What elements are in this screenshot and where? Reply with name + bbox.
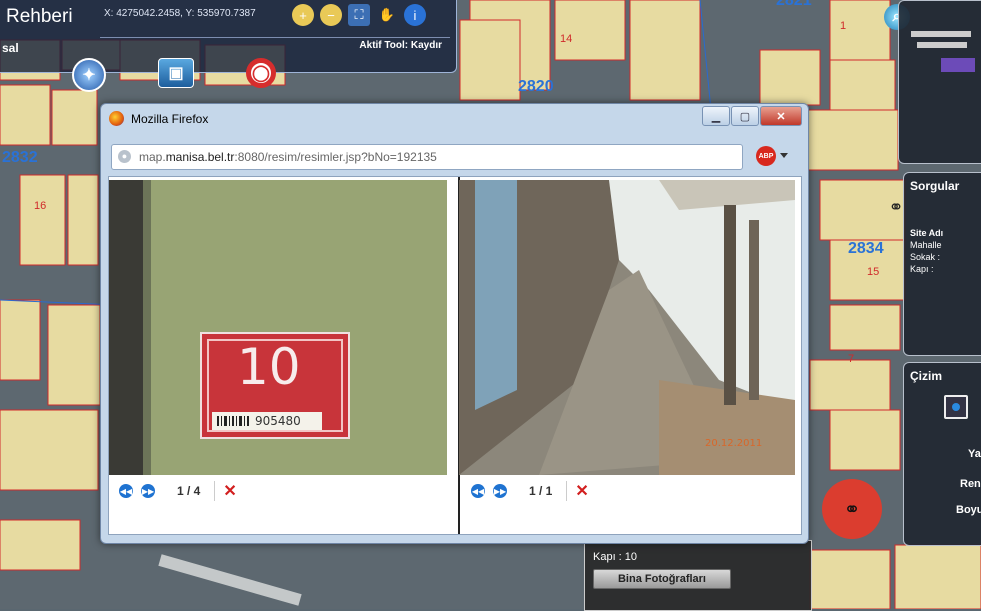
plate-number: 10 bbox=[237, 338, 301, 396]
cizim-size-label: Boyu bbox=[956, 504, 981, 516]
page-content: 10 905480 ◀◀ ▶▶ 1 / 4 ✕ 20.12.2011 ◀◀ ▶▶… bbox=[108, 176, 802, 535]
full-extent-icon[interactable]: ⛶ bbox=[348, 4, 370, 26]
legend-item bbox=[917, 42, 967, 48]
query-row-kapi: Kapı : bbox=[910, 264, 934, 274]
compass-icon[interactable]: ✦ bbox=[72, 58, 106, 92]
left-viewer-nav: ◀◀ ▶▶ 1 / 4 ✕ bbox=[119, 481, 237, 501]
sorgular-panel: Sorgular Site Adı Mahalle Sokak : Kapı : bbox=[903, 172, 981, 356]
chevron-down-icon[interactable] bbox=[780, 153, 788, 158]
point-icon bbox=[952, 403, 960, 411]
map-toolbar: Rehberi X: 4275042.2458, Y: 535970.7387 … bbox=[0, 0, 457, 73]
minimize-button[interactable]: ▁ bbox=[702, 106, 730, 126]
coordinate-readout: X: 4275042.2458, Y: 535970.7387 bbox=[104, 8, 256, 19]
url-domain: manisa.bel.tr bbox=[165, 150, 235, 164]
legend-panel bbox=[898, 0, 981, 164]
house-number-photo: 10 905480 bbox=[109, 180, 447, 475]
parcel-label: 14 bbox=[560, 33, 573, 45]
svg-text:⚭: ⚭ bbox=[844, 497, 861, 521]
photo-date-stamp: 20.12.2011 bbox=[705, 438, 763, 449]
map-label-block-2832: 2832 bbox=[2, 149, 38, 166]
plate-code: 905480 bbox=[255, 414, 301, 428]
site-identity-icon: ● bbox=[118, 150, 131, 163]
legend-swatch bbox=[941, 58, 975, 72]
parcel-label: 7 bbox=[848, 353, 855, 365]
close-window-button[interactable]: ✕ bbox=[760, 106, 802, 126]
right-viewer-nav: ◀◀ ▶▶ 1 / 1 ✕ bbox=[471, 481, 589, 501]
maximize-button[interactable]: ▢ bbox=[731, 106, 759, 126]
parcel-label: 1 bbox=[840, 20, 847, 32]
app-title: Rehberi bbox=[6, 6, 73, 27]
next-photo-button[interactable]: ▶▶ bbox=[141, 484, 155, 498]
pan-hand-icon[interactable]: ✋ bbox=[376, 4, 398, 26]
photo-counter: 1 / 1 bbox=[529, 484, 553, 498]
street-photo: 20.12.2011 bbox=[459, 180, 795, 475]
previous-photo-button[interactable]: ◀◀ bbox=[471, 484, 485, 498]
house-number-photo-graphic bbox=[109, 180, 447, 475]
photo-counter: 1 / 4 bbox=[177, 484, 201, 498]
map-label-block-2820: 2820 bbox=[518, 78, 554, 95]
kapi-value: Kapı : 10 bbox=[593, 551, 638, 563]
sorgular-title: Sorgular bbox=[910, 179, 960, 193]
active-tool-label: Aktif Tool: Kaydır bbox=[359, 40, 442, 51]
draw-point-tool[interactable] bbox=[944, 395, 968, 419]
toolbar-subtitle: sal bbox=[2, 41, 19, 55]
cizim-panel: Çizim Yaz Renl Boyu bbox=[903, 362, 981, 546]
zoom-in-icon[interactable]: + bbox=[292, 4, 314, 26]
cizim-text-label: Yaz bbox=[968, 448, 981, 460]
toolbar-divider bbox=[100, 37, 450, 38]
street-photo-graphic bbox=[459, 180, 795, 475]
parcel-label: 16 bbox=[34, 200, 47, 212]
zoom-out-icon[interactable]: − bbox=[320, 4, 342, 26]
svg-text:⚭: ⚭ bbox=[888, 197, 903, 218]
parcel-label: 15 bbox=[867, 266, 880, 278]
firefox-logo-icon bbox=[109, 111, 124, 126]
info-icon[interactable]: i bbox=[404, 4, 426, 26]
query-row-mahalle: Mahalle bbox=[910, 240, 942, 250]
lifebuoy-icon[interactable]: ◯ bbox=[246, 58, 276, 88]
window-title: Mozilla Firefox bbox=[131, 112, 209, 126]
query-row-sokak: Sokak : bbox=[910, 252, 941, 262]
legend-item bbox=[911, 31, 971, 37]
cizim-color-label: Renl bbox=[960, 478, 981, 490]
url-text: map.manisa.bel.tr:8080/resim/resimler.js… bbox=[139, 150, 437, 164]
briefcase-icon[interactable]: ▣ bbox=[158, 58, 194, 88]
cizim-title: Çizim bbox=[910, 369, 943, 383]
query-row-site: Site Adı bbox=[910, 228, 944, 238]
url-path: :8080/resim/resimler.jsp?bNo=192135 bbox=[234, 150, 437, 164]
url-prefix: map. bbox=[139, 150, 166, 164]
map-label-block-2834: 2834 bbox=[848, 240, 884, 257]
address-bar[interactable]: ● map.manisa.bel.tr:8080/resim/resimler.… bbox=[111, 144, 743, 170]
adblock-plus-icon[interactable]: ABP bbox=[756, 146, 776, 166]
building-photos-button[interactable]: Bina Fotoğrafları bbox=[593, 569, 731, 589]
tool-icons: + − ⛶ ✋ i bbox=[292, 4, 426, 26]
close-photo-button[interactable]: ✕ bbox=[214, 481, 237, 501]
map-label-block-2821: 2821 bbox=[776, 0, 812, 9]
previous-photo-button[interactable]: ◀◀ bbox=[119, 484, 133, 498]
close-photo-button[interactable]: ✕ bbox=[566, 481, 589, 501]
next-photo-button[interactable]: ▶▶ bbox=[493, 484, 507, 498]
window-controls: ▁ ▢ ✕ bbox=[702, 106, 802, 126]
building-info-panel: Kapı : 10 Bina Fotoğrafları bbox=[584, 540, 812, 611]
firefox-popup-window: Mozilla Firefox ▁ ▢ ✕ ● map.manisa.bel.t… bbox=[100, 103, 809, 544]
